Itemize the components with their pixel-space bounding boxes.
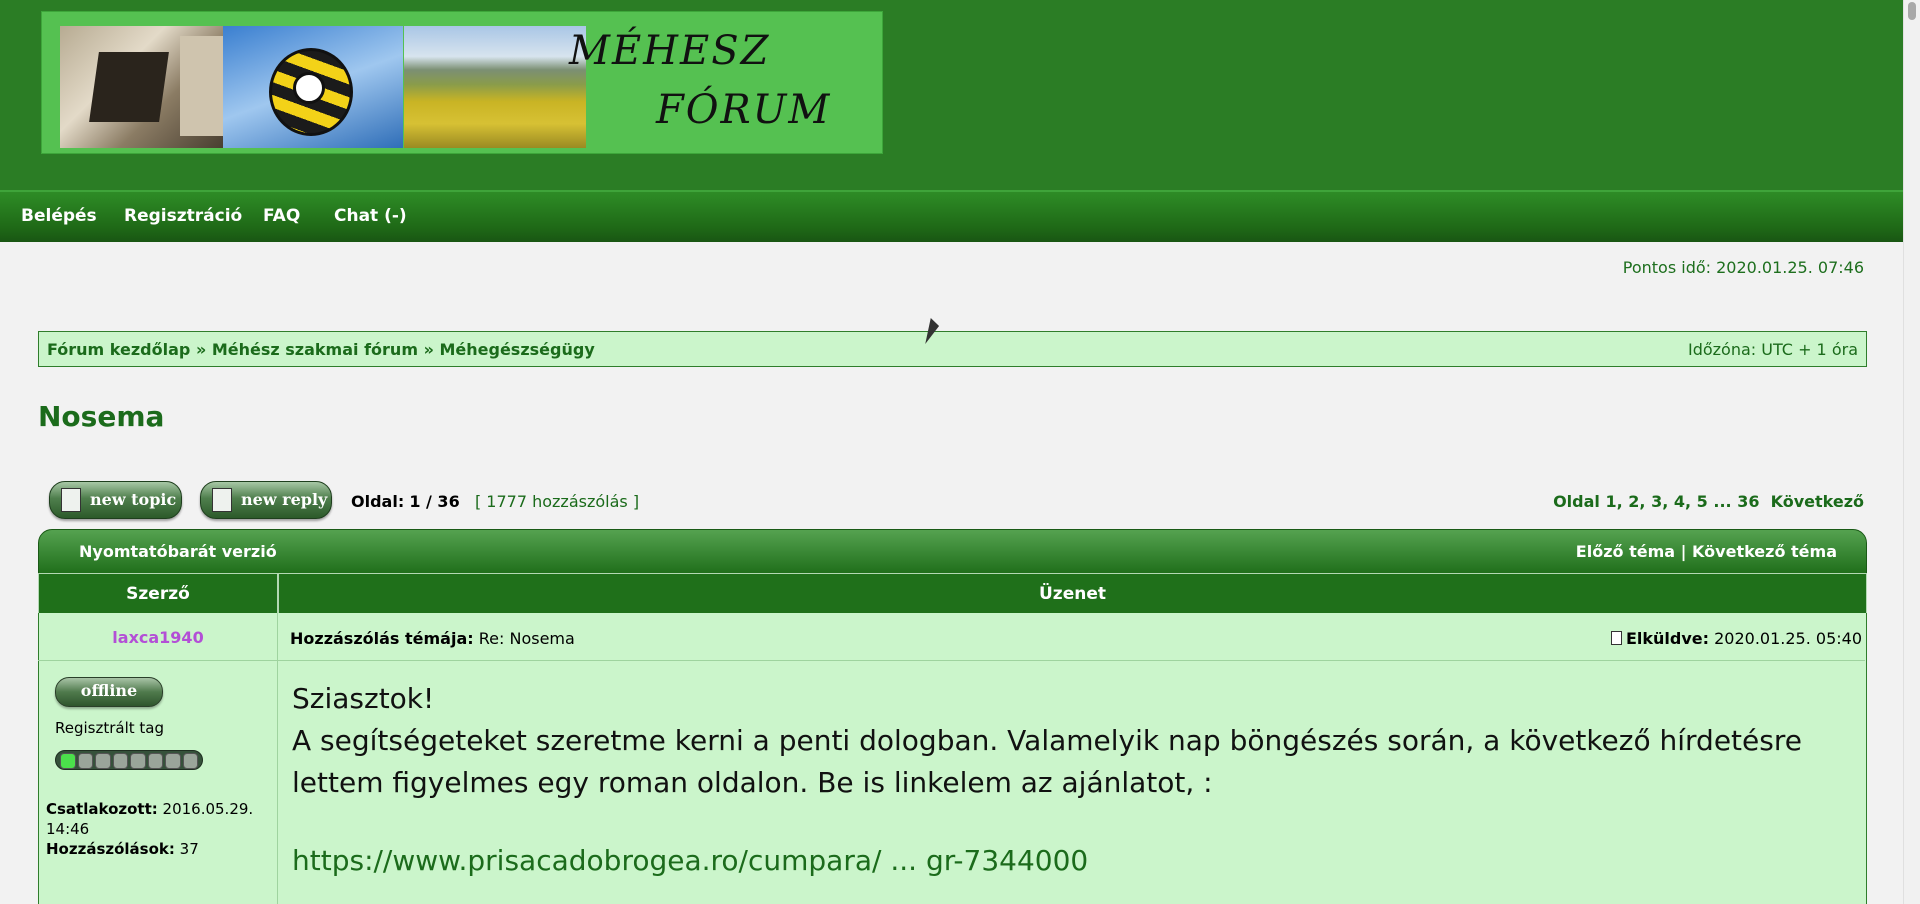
rank-pip (77, 753, 93, 769)
field-photo (404, 26, 586, 148)
banner-title-line1: MÉHESZ (569, 28, 771, 74)
bee-cartoon-image (223, 26, 403, 148)
rank-pip (112, 753, 128, 769)
breadcrumb-bee-health[interactable]: Méhegészségügy (439, 340, 594, 359)
column-message: Üzenet (278, 573, 1867, 615)
author-rank: Regisztrált tag (55, 719, 165, 737)
author-posts: Hozzászólások: 37 (46, 839, 271, 859)
beehive-photo (60, 26, 240, 148)
topic-title[interactable]: Nosema (38, 400, 164, 433)
current-time: Pontos idő: 2020.01.25. 07:46 (1622, 258, 1864, 277)
post-divider-vertical (277, 613, 278, 904)
author-joined: Csatlakozott: 2016.05.29. 14:46 (46, 799, 271, 839)
rank-pip (60, 753, 76, 769)
rank-pip (130, 753, 146, 769)
next-page-link[interactable]: Következő (1771, 492, 1864, 511)
joined-label: Csatlakozott: (46, 800, 158, 818)
post-sent-label: Elküldve: (1625, 629, 1710, 648)
bee-eye (293, 72, 325, 104)
post-divider-horizontal (38, 660, 1865, 661)
post-count: [ 1777 hozzászólás ] (474, 492, 640, 511)
page-indicator: Oldal: 1 / 36 [ 1777 hozzászólás ] (351, 492, 639, 511)
document-icon (61, 488, 81, 512)
breadcrumb-bar: Fórum kezdőlap » Méhész szakmai fórum » … (38, 331, 1867, 367)
new-topic-label: new topic (90, 490, 177, 509)
breadcrumb-separator: » (195, 340, 207, 359)
banner-title-line2: FÓRUM (656, 87, 832, 133)
pagination-label: Oldal (1553, 492, 1600, 511)
rank-pip (165, 753, 181, 769)
post-external-link[interactable]: https://www.prisacadobrogea.ro/cumpara/ … (292, 844, 1088, 877)
page-current: 1 / 36 (409, 492, 460, 511)
post-body-text: A segítségeteket szeretme kerni a penti … (292, 724, 1802, 799)
document-icon (212, 488, 232, 512)
timezone-label: Időzóna: UTC + 1 óra (1687, 340, 1858, 359)
posts-label: Hozzászólások: (46, 840, 175, 858)
page-link-3[interactable]: 3 (1651, 492, 1662, 511)
rank-level-indicator (55, 750, 203, 770)
print-version-link[interactable]: Nyomtatóbarát verzió (79, 542, 277, 561)
post-sent-value: 2020.01.25. 05:40 (1714, 629, 1862, 648)
post-subject-label: Hozzászólás témája: (290, 629, 474, 648)
topic-nav-separator: | (1680, 542, 1687, 561)
new-topic-button[interactable]: new topic (49, 481, 182, 519)
post-subject: Hozzászólás témája: Re: Nosema (290, 629, 575, 648)
page-link-1[interactable]: 1 (1605, 492, 1616, 511)
posts-value: 37 (179, 840, 199, 858)
offline-status-badge: offline (55, 677, 163, 707)
page-link-last[interactable]: 36 (1737, 492, 1759, 511)
new-reply-label: new reply (241, 490, 328, 509)
main-nav: Belépés Regisztráció FAQ Chat (-) (0, 190, 1904, 242)
page-label: Oldal: (351, 492, 405, 511)
topic-navigation: Előző téma | Következő téma (1576, 542, 1837, 561)
topic-table-header: Nyomtatóbarát verzió Előző téma | Követk… (38, 529, 1867, 575)
pagination: Oldal 1, 2, 3, 4, 5 ... 36 Következő (1553, 492, 1864, 511)
site-header: MÉHESZ FÓRUM (0, 0, 1904, 190)
pagination-ellipsis: ... (1713, 492, 1732, 511)
nav-faq[interactable]: FAQ (263, 206, 300, 226)
breadcrumb-separator: » (423, 340, 434, 359)
page: MÉHESZ FÓRUM Belépés Regisztráció FAQ Ch… (0, 0, 1904, 904)
post-sent: Elküldve: 2020.01.25. 05:40 (1610, 629, 1862, 648)
nav-login[interactable]: Belépés (21, 206, 97, 226)
rank-pip (95, 753, 111, 769)
post-link-icon[interactable] (1610, 631, 1622, 645)
nav-chat[interactable]: Chat (-) (334, 206, 407, 226)
vertical-scrollbar[interactable] (1903, 0, 1920, 904)
new-reply-button[interactable]: new reply (200, 481, 332, 519)
scrollbar-thumb[interactable] (1908, 2, 1916, 20)
post-subject-value: Re: Nosema (478, 629, 575, 648)
next-topic-link[interactable]: Következő téma (1692, 542, 1837, 561)
rank-pip (147, 753, 163, 769)
column-author: Szerző (38, 573, 278, 615)
breadcrumb-professional-forum[interactable]: Méhész szakmai fórum (212, 340, 418, 359)
page-link-4[interactable]: 4 (1674, 492, 1685, 511)
post-body: Sziasztok! A segítségeteket szeretme ker… (292, 678, 1852, 804)
rank-pip (182, 753, 198, 769)
breadcrumb-forum-home[interactable]: Fórum kezdőlap (47, 340, 190, 359)
post-greeting: Sziasztok! (292, 682, 435, 715)
nav-register[interactable]: Regisztráció (124, 206, 242, 226)
breadcrumb: Fórum kezdőlap » Méhész szakmai fórum » … (47, 340, 595, 359)
page-link-5[interactable]: 5 (1697, 492, 1708, 511)
page-link-2[interactable]: 2 (1628, 492, 1639, 511)
post-author[interactable]: laxca1940 (38, 628, 278, 647)
prev-topic-link[interactable]: Előző téma (1576, 542, 1675, 561)
site-banner-logo[interactable]: MÉHESZ FÓRUM (41, 11, 883, 154)
